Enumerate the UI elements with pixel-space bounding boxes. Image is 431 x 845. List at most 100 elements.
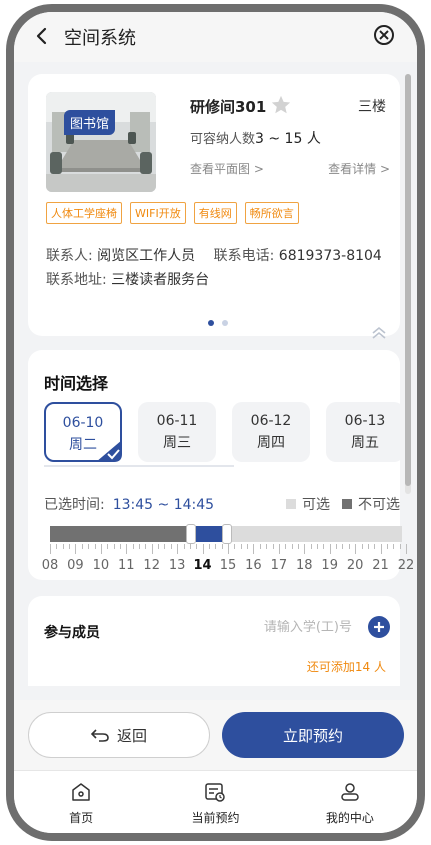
selected-time-value: 13:45 ~ 14:45 <box>112 497 215 513</box>
tick-mark <box>100 544 102 554</box>
contact-info: 联系人: 阅览区工作人员 联系电话: 6819373-8104 联系地址: 三楼… <box>46 244 382 292</box>
contact-phone[interactable]: 6819373-8104 <box>279 248 382 264</box>
selected-time-label: 已选时间: <box>44 497 105 513</box>
members-card: 参与成员 还可添加14 人 <box>28 596 400 686</box>
date-item-selected[interactable]: 06-10 周二 <box>44 402 122 462</box>
tick-mark <box>119 544 121 549</box>
tick-mark <box>310 544 312 549</box>
tab-current-booking[interactable]: 当前预约 <box>148 771 282 833</box>
tick-mark <box>196 544 198 549</box>
tick-mark <box>208 544 210 549</box>
legend-available-label: 可选 <box>302 497 330 513</box>
slider-ticks <box>42 544 414 556</box>
tick-mark <box>126 544 128 554</box>
add-member-icon[interactable] <box>368 616 390 638</box>
date-scroll-indicator <box>44 465 234 467</box>
tick-mark <box>177 544 179 554</box>
hour-label: 17 <box>270 558 288 573</box>
member-id-input[interactable] <box>222 620 352 635</box>
collapse-chevron-icon[interactable] <box>370 326 388 340</box>
tick-mark <box>228 544 229 554</box>
tick-mark <box>348 544 350 549</box>
header: 空间系统 <box>14 12 417 62</box>
favorite-star-icon[interactable] <box>270 94 292 116</box>
carousel-dot[interactable] <box>222 320 228 326</box>
screen: 空间系统 图书馆 研修间301 三楼 可容纳人数3 ~ 15 人 查看平面图 >… <box>14 12 417 833</box>
page-title: 空间系统 <box>64 28 136 49</box>
date-item[interactable]: 06-11 周三 <box>138 402 216 462</box>
room-badge: 图书馆 <box>64 110 116 135</box>
tick-mark <box>247 544 249 549</box>
hour-label: 14 <box>193 558 212 573</box>
carousel-dots <box>208 320 228 326</box>
close-icon[interactable] <box>373 24 395 46</box>
tick-mark <box>107 544 109 549</box>
contact-person: 阅览区工作人员 <box>97 248 196 264</box>
tick-mark <box>406 544 407 554</box>
hour-label: 11 <box>118 558 135 573</box>
hour-label: 16 <box>245 558 262 573</box>
tick-mark <box>94 544 96 549</box>
slider-end-handle[interactable] <box>221 524 232 544</box>
legend-available: 可选 <box>286 494 330 514</box>
tick-mark <box>329 544 331 554</box>
legend-unavailable-swatch <box>342 499 352 509</box>
time-slider[interactable] <box>50 524 402 544</box>
members-title: 参与成员 <box>44 625 100 641</box>
tab-home-label: 首页 <box>69 811 94 825</box>
tick-mark <box>285 544 287 549</box>
contact-phone-label: 联系电话: <box>213 248 275 264</box>
tick-mark <box>253 544 255 554</box>
tick-mark <box>88 544 90 549</box>
back-button[interactable]: 返回 <box>28 712 210 758</box>
tick-mark <box>317 544 318 549</box>
tick-mark <box>183 544 185 549</box>
hour-label: 13 <box>168 558 186 573</box>
date-item[interactable]: 06-12 周四 <box>232 402 310 462</box>
tab-home[interactable]: 首页 <box>14 771 148 833</box>
tick-mark <box>336 544 338 549</box>
action-bar: 返回 立即预约 <box>14 700 417 770</box>
contact-row-address: 联系地址: 三楼读者服务台 <box>46 268 382 292</box>
booking-icon <box>205 783 226 802</box>
capacity-label: 可容纳人数 <box>190 132 256 147</box>
tick-mark <box>81 544 83 549</box>
tick-mark <box>158 544 160 549</box>
date-item[interactable]: 06-13 周五 <box>326 402 404 462</box>
tick-mark <box>374 544 376 549</box>
book-now-button[interactable]: 立即预约 <box>222 712 404 758</box>
back-icon[interactable] <box>32 24 52 48</box>
selected-time: 已选时间: 13:45 ~ 14:45 <box>44 494 214 514</box>
room-floor: 三楼 <box>358 99 386 115</box>
tick-mark <box>380 544 382 554</box>
floorplan-link[interactable]: 查看平面图 > <box>190 160 264 177</box>
slider-start-handle[interactable] <box>186 524 197 544</box>
tick-mark <box>215 544 217 549</box>
tick-mark <box>139 544 140 549</box>
tab-profile-label: 我的中心 <box>325 811 374 825</box>
tick-mark <box>355 544 357 554</box>
scrollbar-thumb[interactable] <box>405 74 411 486</box>
hour-label: 15 <box>219 558 237 573</box>
tick-mark <box>367 544 369 549</box>
hour-label: 10 <box>92 558 110 573</box>
room-photo[interactable]: 图书馆 <box>46 92 156 192</box>
tab-profile[interactable]: 我的中心 <box>283 771 417 833</box>
carousel-dot-active[interactable] <box>208 320 214 326</box>
tick-mark <box>234 544 236 549</box>
weekday-label: 周五 <box>351 435 379 451</box>
book-now-label: 立即预约 <box>282 726 343 745</box>
room-card: 图书馆 研修间301 三楼 可容纳人数3 ~ 15 人 查看平面图 > 查看详情… <box>28 74 400 339</box>
tick-mark <box>221 544 223 549</box>
legend: 可选 不可选 <box>286 494 400 514</box>
tick-mark <box>297 544 299 549</box>
date-label: 06-11 <box>156 413 198 429</box>
tab-bar: 首页 当前预约 我的中心 <box>14 770 417 833</box>
tick-mark <box>202 544 204 554</box>
legend-available-swatch <box>286 499 296 509</box>
slider-unavailable-range <box>50 526 190 542</box>
date-list: 06-10 周二 06-11 周三 06-12 周四 06-13 周五 <box>44 402 404 462</box>
weekday-label: 周四 <box>257 435 285 451</box>
slider-selected-range <box>196 526 222 542</box>
details-link[interactable]: 查看详情 > <box>328 160 390 177</box>
